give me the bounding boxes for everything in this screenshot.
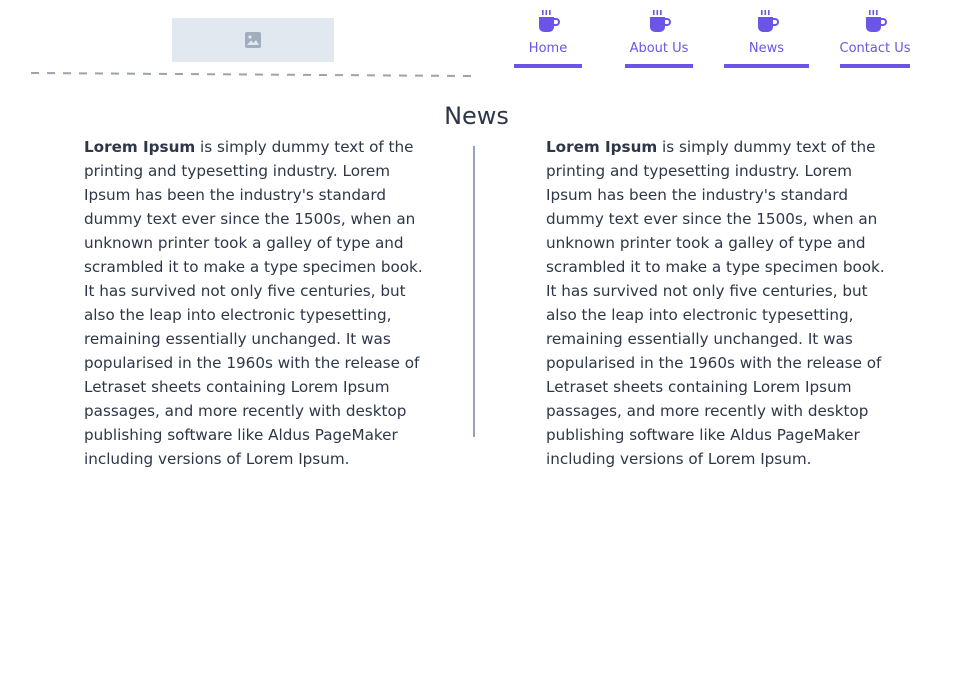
column-divider bbox=[473, 146, 475, 437]
nav-item-contact-us[interactable]: Contact Us bbox=[839, 8, 911, 68]
nav-item-about-us[interactable]: About Us bbox=[625, 8, 693, 68]
article-body: is simply dummy text of the printing and… bbox=[546, 138, 885, 468]
coffee-cup-icon bbox=[757, 10, 779, 32]
article-left: Lorem Ipsum is simply dummy text of the … bbox=[84, 135, 434, 471]
nav-label: About Us bbox=[629, 41, 689, 56]
main-nav: Home About Us News Contact Us bbox=[0, 0, 958, 70]
article-right: Lorem Ipsum is simply dummy text of the … bbox=[546, 135, 891, 471]
article-lead: Lorem Ipsum bbox=[546, 138, 658, 156]
nav-label: Contact Us bbox=[839, 41, 911, 56]
nav-label: News bbox=[748, 41, 785, 56]
coffee-cup-icon bbox=[866, 10, 887, 32]
coffee-cup-icon bbox=[650, 10, 671, 32]
nav-item-home[interactable]: Home bbox=[514, 8, 582, 68]
nav-item-news[interactable]: News bbox=[724, 8, 809, 68]
article-body: is simply dummy text of the printing and… bbox=[84, 138, 423, 468]
header-dashed-divider bbox=[31, 72, 471, 77]
nav-label: Home bbox=[528, 41, 568, 56]
article-lead: Lorem Ipsum bbox=[84, 138, 196, 156]
coffee-cup-icon bbox=[539, 10, 560, 32]
page-title: News bbox=[444, 102, 509, 130]
